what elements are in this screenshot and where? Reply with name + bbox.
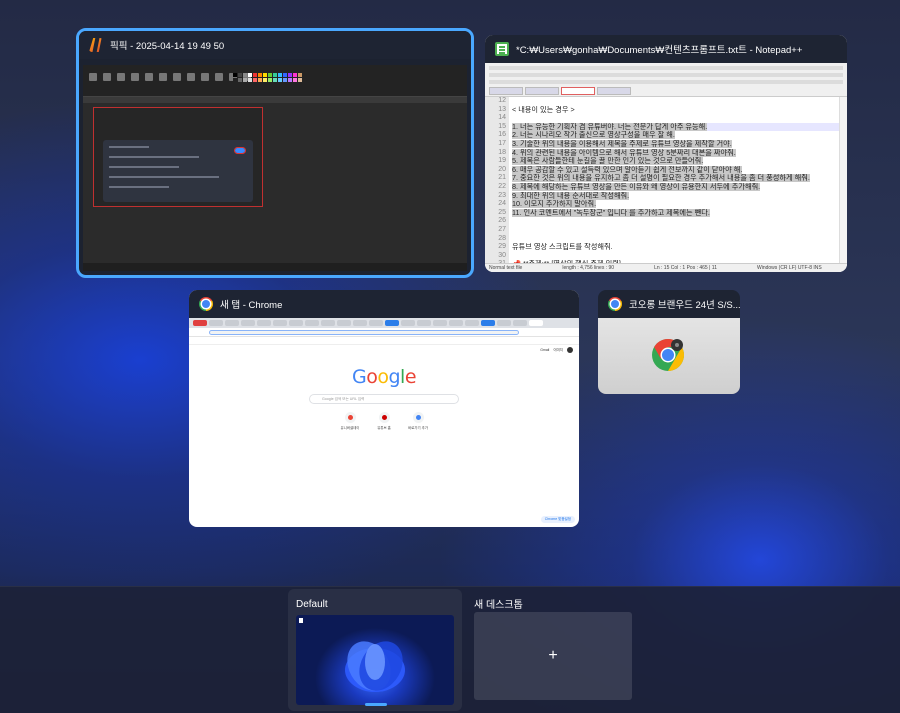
status-position: Ln : 15 Col : 1 Pos : 465 | 11 [654,265,717,271]
chrome-icon [199,297,213,311]
editor-line: 11. 인사 코멘트에서 "녹두장군" 입니다 를 추가하고 제목에는 뺀다. [512,208,710,217]
images-link: 이미지 [553,347,563,352]
shortcut-tile: 유튜브 홈 [374,412,394,430]
line-number: 12 [498,97,506,104]
editor-line: 8. 제목에 해당하는 유튜브 영상을 만든 이유와 왜 영상이 유용한지 서두… [512,182,761,191]
status-encoding: Windows (CR LF) UTF-8 INS [756,265,822,271]
window-notepad[interactable]: *C:₩Users₩gonha₩Documents₩컨텐츠프롬프트.txt트 -… [485,35,847,272]
file-icon [299,618,303,623]
window-title: 픽픽 - 2025-04-14 19 49 50 [110,41,225,52]
editor-content: < 내용이 있는 경우 > 1. 너는 유능한 기획자 겸 유튜버야. 너는 전문… [509,97,839,263]
line-number: 29 [498,243,506,251]
line-number: 19 [498,157,506,165]
line-number: 25 [498,208,506,216]
window-title: 코오롱 브랜우드 24년 S/S... [629,300,740,311]
desktop-label: Default [296,599,328,610]
window-chrome-newtab[interactable]: 새 탭 - Chrome Gmail 이미지 Google Google 검색 … [189,290,579,527]
editor-line: 6. 매우 공감할 수 있고 설득력 있으며 알아듣기 쉽게 전보까지 같이 닫… [512,165,743,174]
desktop-default[interactable]: Default [288,589,462,711]
line-number: 13 [498,105,506,113]
desktop-new[interactable]: 새 데스크톱 + [466,589,640,711]
active-desktop-indicator [365,703,387,706]
editor-line: 10. 이모지 추가하지 말아줘. [512,200,597,209]
text-editor: 1213141516171819202122232425262728293031… [485,97,839,267]
window-title-bar[interactable]: 픽픽 - 2025-04-14 19 49 50 [79,31,471,59]
captured-dialog [103,140,253,202]
shortcut-tile: 유니버셜데이 [340,412,360,430]
editor-line: 5. 제목은 사람들한테 눈길을 끌 만한 인기 있는 것으로 만들어줘. [512,157,704,166]
window-thumbnail [598,318,740,394]
editor-line: < 내용이 있는 경우 > [512,105,575,114]
shortcut-tile: 바로가기 추가 [408,412,428,430]
editor-line: 4. 위의 관련된 내용을 아이템으로 해서 유튜브 영상 5분짜리 대본을 짜… [512,148,736,157]
windows-bloom-icon [345,641,405,693]
window-thumbnail [83,65,467,271]
notepad-toolbar [485,63,847,97]
gmail-link: Gmail [540,348,550,352]
line-number: 26 [498,217,506,225]
line-number: 23 [498,191,506,199]
line-number: 22 [498,182,506,190]
chrome-icon [652,339,685,371]
add-desktop-button[interactable]: + [474,612,632,700]
line-number: 15 [498,122,506,130]
google-logo: Google [351,366,417,388]
editor-line: 7. 중요한 것은 위의 내용을 유지하고 좀 더 설명이 필요한 경우 추가해… [512,174,810,183]
line-number: 30 [498,251,506,259]
browser-tab-strip [189,318,579,328]
status-file-type: Normal text file [489,265,523,271]
window-title-bar[interactable]: *C:₩Users₩gonha₩Documents₩컨텐츠프롬프트.txt트 -… [485,35,847,63]
address-bar [189,328,579,337]
editor-line: 9. 최대한 위의 내용 순서대로 작성해줘. [512,191,630,200]
line-number: 28 [498,234,506,242]
editor-line: 1. 너는 유능한 기획자 겸 유튜버야. 너는 전문가 답게 아주 유능해. [512,122,839,132]
line-number: 24 [498,200,506,208]
window-pikpik[interactable]: 픽픽 - 2025-04-14 19 49 50 [76,28,474,278]
google-search-box: Google 검색 또는 URL 입력 [309,394,459,404]
vertical-scrollbar [839,97,847,263]
line-number: 21 [498,174,506,182]
editor-line: 3. 기술한 위의 내용을 이용해서 제목을 주제로 유튜브 영상을 제작할 거… [512,139,732,148]
customize-chrome-button: Chrome 맞춤설정 [540,516,575,523]
line-number: 17 [498,139,506,147]
status-bar: Normal text file length : 4,756 lines : … [485,263,847,272]
window-title: *C:₩Users₩gonha₩Documents₩컨텐츠프롬프트.txt트 -… [516,45,803,56]
notepad-plus-plus-icon [495,42,509,56]
line-number: 16 [498,131,506,139]
editor-toolbar [83,65,467,97]
window-title: 새 탭 - Chrome [220,300,283,311]
color-palette [233,73,302,82]
shortcut-tiles: 유니버셜데이 유튜브 홈 바로가기 추가 [189,412,579,430]
line-number: 18 [498,148,506,156]
bookmarks-bar [189,337,579,345]
editor-line: 2. 너는 시나리오 작가 출신으로 영상구성을 매우 잘 해. [512,131,675,140]
chrome-icon [608,297,622,311]
avatar [567,347,573,353]
editor-line: 유튜브 영상 스크립트를 작성해줘. [512,243,613,252]
line-number-gutter: 1213141516171819202122232425262728293031 [485,97,509,267]
line-number: 27 [498,225,506,233]
window-title-bar[interactable]: 코오롱 브랜우드 24년 S/S... [598,290,740,318]
google-top-links: Gmail 이미지 [540,347,573,353]
window-title-bar[interactable]: 새 탭 - Chrome [189,290,579,318]
desktop-wallpaper-thumbnail [296,615,454,705]
line-number: 20 [498,165,506,173]
window-coolon[interactable]: 코오롱 브랜우드 24년 S/S... [598,290,740,394]
desktop-label: 새 데스크톱 [474,600,523,611]
line-number: 14 [498,114,506,122]
pikpik-app-icon [89,38,102,52]
status-length: length : 4,756 lines : 90 [562,265,615,271]
